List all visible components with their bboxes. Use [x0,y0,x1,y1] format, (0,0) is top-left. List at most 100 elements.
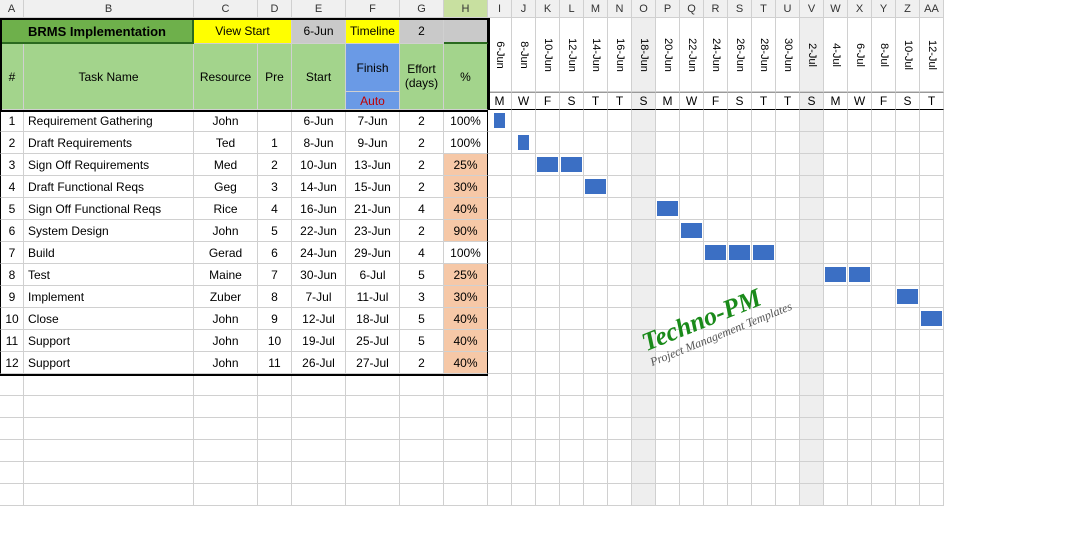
gantt-cell[interactable] [920,176,944,198]
gantt-cell[interactable] [872,330,896,352]
gantt-cell[interactable] [560,286,584,308]
gantt-cell[interactable] [872,286,896,308]
gantt-cell[interactable] [560,242,584,264]
gantt-cell[interactable] [872,308,896,330]
gantt-cell[interactable] [560,176,584,198]
empty-cell[interactable] [800,418,824,440]
col-header[interactable]: M [584,0,608,18]
percent-cell[interactable]: 25% [444,154,488,176]
gantt-cell[interactable] [584,110,608,132]
gantt-cell[interactable] [584,242,608,264]
gantt-cell[interactable] [656,330,680,352]
col-header[interactable]: J [512,0,536,18]
percent-cell[interactable]: 100% [444,132,488,154]
gantt-cell[interactable] [560,154,584,176]
gantt-cell[interactable] [536,330,560,352]
gantt-cell[interactable] [920,330,944,352]
finish-cell[interactable]: 18-Jul [346,308,400,330]
empty-cell[interactable] [608,374,632,396]
gantt-cell[interactable] [536,220,560,242]
gantt-cell[interactable] [752,264,776,286]
gantt-cell[interactable] [752,132,776,154]
empty-cell[interactable] [896,374,920,396]
gantt-cell[interactable] [560,308,584,330]
gantt-cell[interactable] [584,352,608,374]
gantt-cell[interactable] [680,132,704,154]
gantt-cell[interactable] [656,308,680,330]
empty-cell[interactable] [728,462,752,484]
gantt-cell[interactable] [872,220,896,242]
pre-cell[interactable] [258,110,292,132]
gantt-cell[interactable] [848,242,872,264]
gantt-cell[interactable] [584,264,608,286]
empty-cell[interactable] [680,418,704,440]
start-cell[interactable]: 14-Jun [292,176,346,198]
pre-cell[interactable]: 3 [258,176,292,198]
resource-cell[interactable]: John [194,308,258,330]
empty-cell[interactable] [680,396,704,418]
empty-cell[interactable] [194,462,258,484]
empty-cell[interactable] [194,396,258,418]
effort-cell[interactable]: 4 [400,198,444,220]
effort-cell[interactable]: 3 [400,286,444,308]
gantt-cell[interactable] [632,330,656,352]
task-cell[interactable]: Support [24,330,194,352]
empty-cell[interactable] [346,484,400,506]
empty-cell[interactable] [560,374,584,396]
gantt-cell[interactable] [872,264,896,286]
gantt-cell[interactable] [488,110,512,132]
gantt-cell[interactable] [752,220,776,242]
empty-cell[interactable] [560,418,584,440]
pre-cell[interactable]: 4 [258,198,292,220]
empty-cell[interactable] [258,462,292,484]
empty-cell[interactable] [824,418,848,440]
gantt-cell[interactable] [752,176,776,198]
gantt-cell[interactable] [536,264,560,286]
gantt-cell[interactable] [824,286,848,308]
empty-cell[interactable] [896,418,920,440]
empty-cell[interactable] [896,462,920,484]
gantt-cell[interactable] [608,286,632,308]
finish-cell[interactable]: 29-Jun [346,242,400,264]
gantt-cell[interactable] [728,264,752,286]
empty-cell[interactable] [776,484,800,506]
empty-cell[interactable] [194,440,258,462]
gantt-cell[interactable] [608,176,632,198]
finish-cell[interactable]: 13-Jun [346,154,400,176]
gantt-cell[interactable] [776,176,800,198]
gantt-cell[interactable] [920,198,944,220]
col-header[interactable]: T [752,0,776,18]
gantt-cell[interactable] [656,286,680,308]
timeline-value[interactable]: 2 [400,18,444,44]
empty-cell[interactable] [920,418,944,440]
effort-cell[interactable]: 2 [400,352,444,374]
gantt-cell[interactable] [800,352,824,374]
gantt-cell[interactable] [752,110,776,132]
empty-cell[interactable] [848,396,872,418]
percent-cell[interactable]: 100% [444,242,488,264]
gantt-cell[interactable] [488,286,512,308]
task-cell[interactable]: Close [24,308,194,330]
empty-cell[interactable] [776,462,800,484]
resource-cell[interactable]: Geg [194,176,258,198]
empty-cell[interactable] [24,396,194,418]
empty-cell[interactable] [704,484,728,506]
empty-cell[interactable] [872,462,896,484]
empty-cell[interactable] [584,462,608,484]
gantt-cell[interactable] [536,110,560,132]
col-header[interactable]: D [258,0,292,18]
gantt-cell[interactable] [704,176,728,198]
gantt-cell[interactable] [896,132,920,154]
gantt-cell[interactable] [800,308,824,330]
gantt-cell[interactable] [896,330,920,352]
empty-cell[interactable] [752,418,776,440]
spreadsheet[interactable]: ABCDEFGHIJKLMNOPQRSTUVWXYZAABRMS Impleme… [0,0,1091,506]
gantt-cell[interactable] [560,264,584,286]
start-cell[interactable]: 6-Jun [292,110,346,132]
empty-cell[interactable] [560,440,584,462]
gantt-cell[interactable] [512,242,536,264]
gantt-cell[interactable] [680,176,704,198]
gantt-cell[interactable] [920,308,944,330]
gantt-cell[interactable] [752,198,776,220]
gantt-cell[interactable] [776,154,800,176]
